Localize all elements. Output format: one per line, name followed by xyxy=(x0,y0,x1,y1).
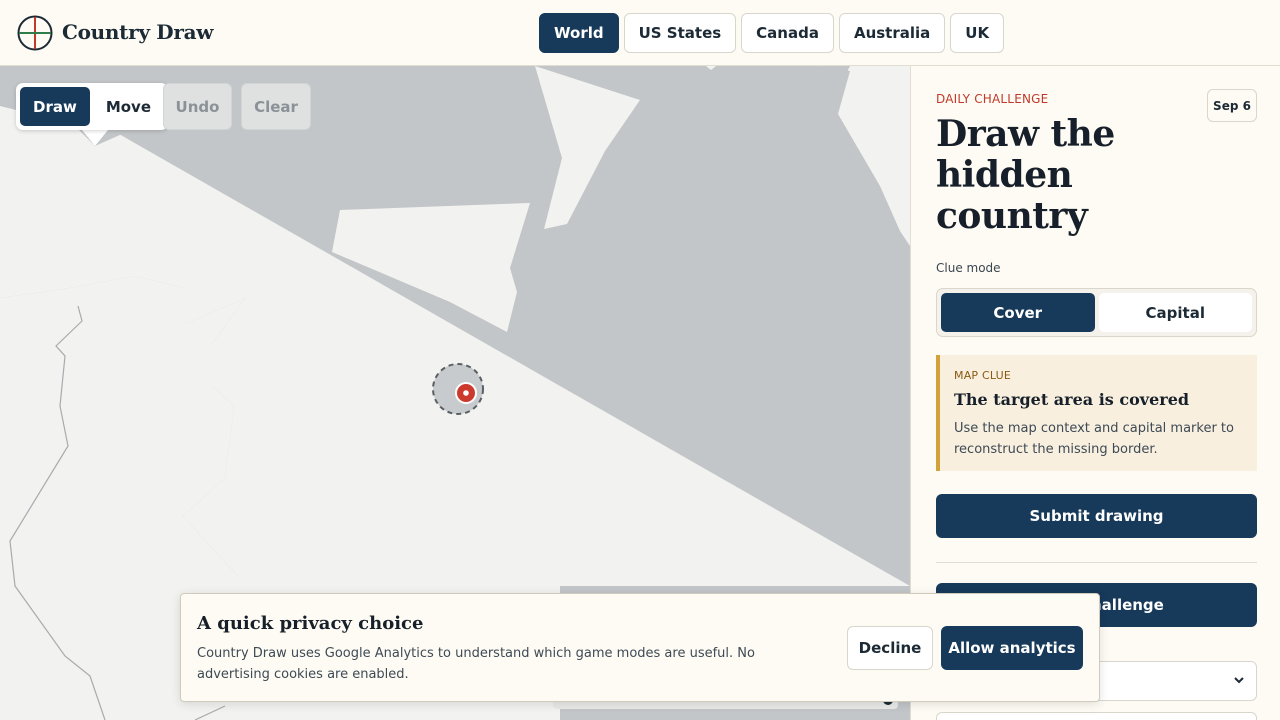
daily-challenge-label: DAILY CHALLENGE xyxy=(936,92,1049,106)
submit-drawing-button[interactable]: Submit drawing xyxy=(936,494,1257,538)
tab-us-states[interactable]: US States xyxy=(623,13,737,53)
allow-analytics-button[interactable]: Allow analytics xyxy=(941,626,1083,670)
draw-move-toggle: Draw Move xyxy=(16,83,169,130)
top-header: Country Draw World US States Canada Aust… xyxy=(0,0,1280,66)
brand-name: Country Draw xyxy=(62,20,214,44)
date-badge: Sep 6 xyxy=(1207,89,1257,122)
clue-mode-switch: Cover Capital xyxy=(936,288,1257,337)
clear-button[interactable]: Clear xyxy=(241,83,311,130)
draw-tool-button[interactable]: Draw xyxy=(20,87,90,126)
tab-canada[interactable]: Canada xyxy=(741,13,834,53)
tab-australia[interactable]: Australia xyxy=(838,13,946,53)
page-title: Draw the hidden country xyxy=(936,113,1115,237)
map-clue-card: MAP CLUE The target area is covered Use … xyxy=(936,355,1257,471)
capital-marker-icon[interactable] xyxy=(432,363,484,415)
undo-button[interactable]: Undo xyxy=(163,83,232,130)
decline-button[interactable]: Decline xyxy=(847,626,933,670)
clue-tag: MAP CLUE xyxy=(954,369,1012,382)
tab-uk[interactable]: UK xyxy=(950,13,1005,53)
clue-title: The target area is covered xyxy=(954,390,1190,409)
cover-mode-button[interactable]: Cover xyxy=(941,293,1095,332)
privacy-text: Country Draw uses Google Analytics to un… xyxy=(197,646,755,682)
divider xyxy=(936,562,1257,563)
region-tabs: World US States Canada Australia UK xyxy=(539,13,1005,53)
globe-logo-icon xyxy=(17,15,53,51)
clue-description: Use the map context and capital marker t… xyxy=(954,421,1234,457)
challenge-button-label: hallenge xyxy=(1091,596,1164,614)
clue-mode-label: Clue mode xyxy=(936,261,1001,275)
tab-world[interactable]: World xyxy=(539,13,619,53)
secondary-field[interactable] xyxy=(936,712,1257,720)
privacy-banner: A quick privacy choice Country Draw uses… xyxy=(180,593,1100,702)
move-tool-button[interactable]: Move xyxy=(93,87,164,126)
capital-mode-button[interactable]: Capital xyxy=(1098,293,1252,332)
chevron-down-icon xyxy=(1234,677,1244,684)
privacy-title: A quick privacy choice xyxy=(197,613,424,634)
